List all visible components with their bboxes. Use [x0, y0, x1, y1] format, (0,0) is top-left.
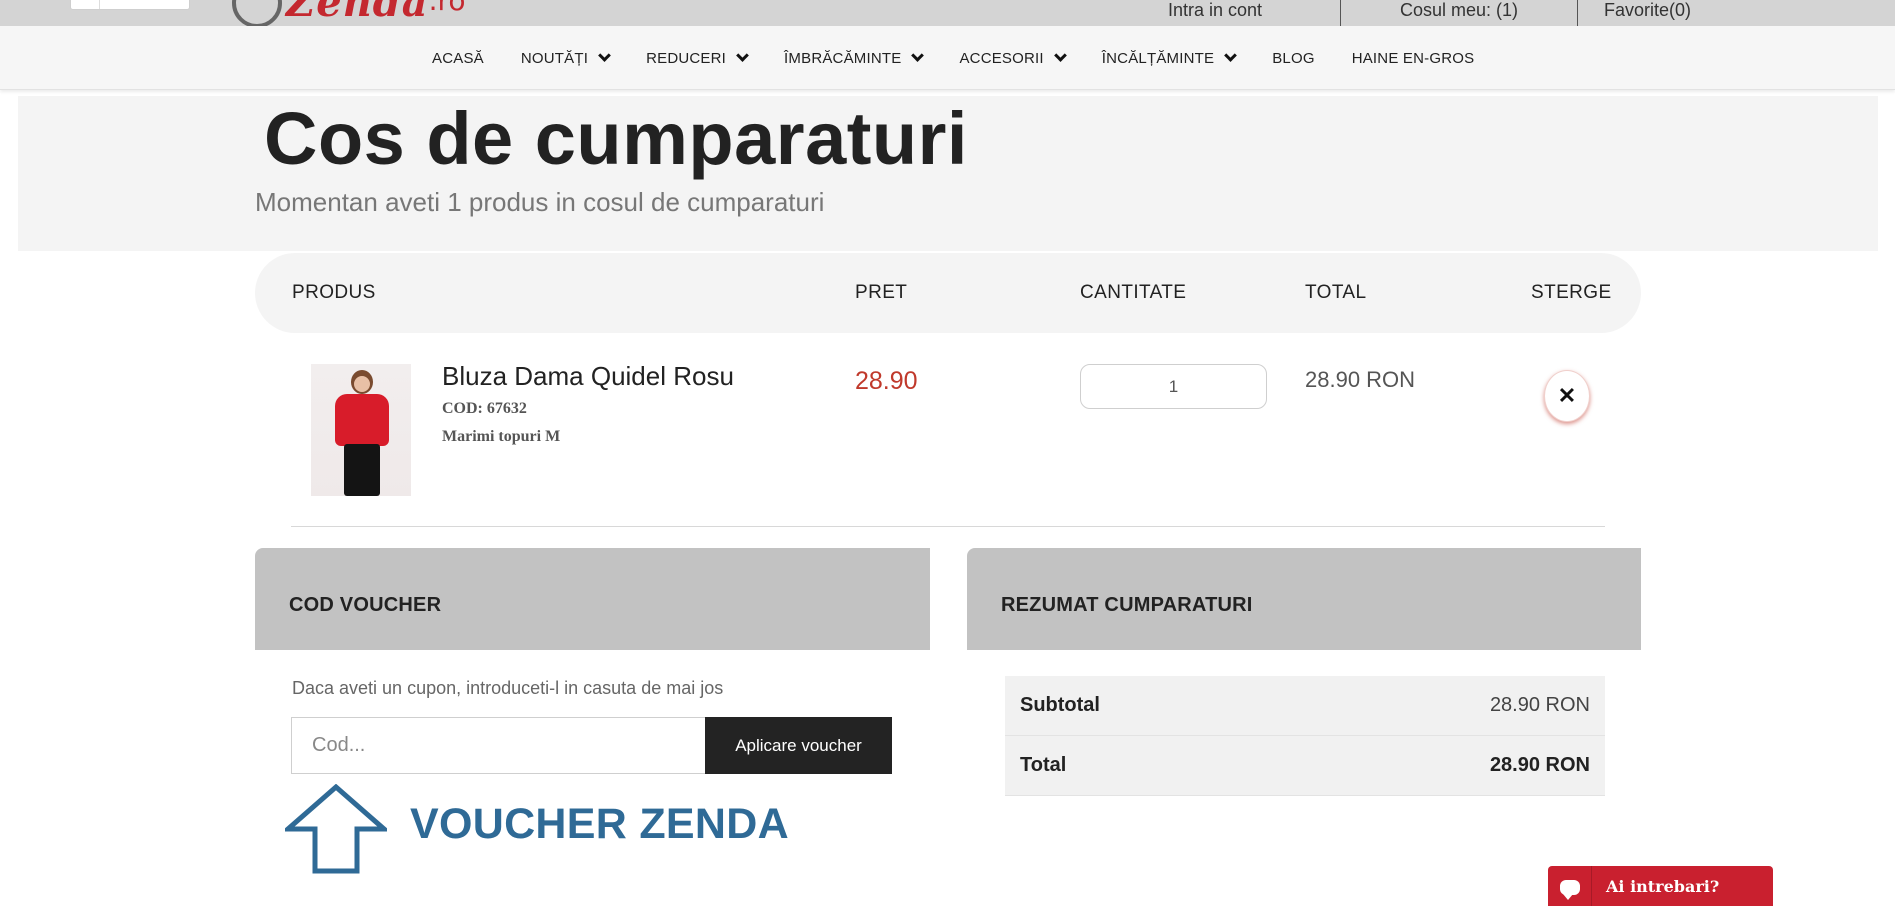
top-links: Intra in cont Cosul meu: (1) Favorite(0) [1090, 0, 1717, 26]
summary-label: Subtotal [1020, 694, 1100, 716]
quantity-input[interactable] [1080, 364, 1267, 409]
product-image-pants [344, 444, 380, 496]
summary-panel-header: REZUMAT CUMPARATURI [967, 548, 1641, 650]
close-icon: ✕ [1557, 383, 1577, 408]
nav-item-label: REDUCERI [646, 49, 727, 67]
nav-item-haine-en-gros[interactable]: HAINE EN-GROS [1352, 50, 1475, 67]
site-logo[interactable]: Zenda .ro [232, 0, 466, 28]
voucher-zenda-annotation: VOUCHER ZENDA [410, 800, 789, 848]
top-utility-bar: Zenda .ro Intra in cont Cosul meu: (1) F… [0, 0, 1895, 28]
nav-item-incaltaminte[interactable]: ÎNCĂLȚĂMINTE [1101, 49, 1238, 67]
product-image[interactable] [311, 364, 411, 496]
summary-row-total: Total 28.90 RON [1005, 736, 1605, 796]
logo-icon [232, 0, 282, 28]
account-link[interactable]: Intra in cont [1090, 0, 1340, 26]
nav-item-label: ÎMBRĂCĂMINTE [784, 49, 902, 67]
column-header-delete: STERGE [1531, 282, 1612, 303]
cart-link[interactable]: Cosul meu: (1) [1340, 0, 1577, 26]
main-nav: ACASĂ NOUTĂȚI REDUCERI ÎMBRĂCĂMINTE ACCE… [0, 26, 1895, 90]
voucher-panel-header: COD VOUCHER [255, 548, 930, 650]
chat-icon-box [1548, 866, 1592, 906]
chevron-down-icon [1224, 49, 1238, 62]
nav-item-reduceri[interactable]: REDUCERI [646, 49, 749, 67]
delete-item-button[interactable]: ✕ [1544, 370, 1590, 422]
nav-item-label: ACCESORII [959, 49, 1044, 67]
nav-item-imbracaminte[interactable]: ÎMBRĂCĂMINTE [784, 49, 925, 67]
nav-item-label: ÎNCĂLȚĂMINTE [1101, 49, 1215, 67]
product-name-link[interactable]: Bluza Dama Quidel Rosu [442, 361, 734, 392]
nav-item-acasa[interactable]: ACASĂ [432, 50, 484, 67]
chevron-down-icon [736, 49, 749, 62]
nav-item-label: ACASĂ [432, 49, 484, 67]
logo-text: Zenda [286, 0, 429, 26]
summary-value: 28.90 RON [1489, 694, 1590, 716]
search-box-fragment[interactable] [70, 0, 190, 10]
column-header-quantity: CANTITATE [1080, 282, 1187, 303]
chevron-down-icon [911, 49, 925, 62]
summary-label: Total [1020, 754, 1067, 776]
row-divider [291, 526, 1605, 527]
nav-item-label: HAINE EN-GROS [1351, 49, 1475, 67]
voucher-hint: Daca aveti un cupon, introduceti-l in ca… [292, 678, 724, 698]
product-image-face [354, 376, 370, 392]
product-size: Marimi topuri M [442, 428, 561, 445]
arrow-up-icon [285, 784, 387, 874]
nav-item-label: NOUTĂȚI [520, 49, 589, 67]
nav-item-label: BLOG [1272, 49, 1315, 67]
favorites-link[interactable]: Favorite(0) [1577, 0, 1717, 26]
page-title: Cos de cumparaturi [264, 97, 968, 180]
product-code: COD: 67632 [442, 400, 527, 417]
product-price: 28.90 [855, 367, 918, 395]
summary-value: 28.90 RON [1489, 754, 1590, 776]
summary-panel-title: REZUMAT CUMPARATURI [1001, 594, 1253, 616]
summary-table: Subtotal 28.90 RON Total 28.90 RON [1005, 676, 1605, 796]
chat-widget-button[interactable]: Ai intrebari? [1548, 866, 1773, 906]
page-subtitle: Momentan aveti 1 produs in cosul de cump… [255, 187, 825, 217]
column-header-total: TOTAL [1305, 282, 1367, 303]
chat-bubble-icon [1559, 879, 1580, 900]
chevron-down-icon [1053, 49, 1067, 62]
cart-table-header: PRODUS PRET CANTITATE TOTAL STERGE [255, 253, 1641, 333]
product-total: 28.90 RON [1305, 367, 1416, 392]
chat-label: Ai intrebari? [1606, 876, 1720, 896]
apply-voucher-button[interactable]: Aplicare voucher [705, 717, 892, 774]
nav-item-accesorii[interactable]: ACCESORII [959, 49, 1067, 67]
product-image-blouse [335, 394, 389, 446]
nav-item-blog[interactable]: BLOG [1272, 50, 1314, 67]
summary-row-subtotal: Subtotal 28.90 RON [1005, 676, 1605, 736]
nav-item-noutati[interactable]: NOUTĂȚI [520, 49, 611, 67]
nav-items: ACASĂ NOUTĂȚI REDUCERI ÎMBRĂCĂMINTE ACCE… [432, 26, 1511, 90]
column-header-product: PRODUS [292, 282, 376, 303]
chevron-down-icon [598, 49, 611, 62]
voucher-code-input[interactable] [291, 717, 706, 774]
column-header-price: PRET [855, 282, 908, 303]
voucher-panel-title: COD VOUCHER [289, 594, 442, 616]
logo-tld: .ro [428, 0, 466, 17]
